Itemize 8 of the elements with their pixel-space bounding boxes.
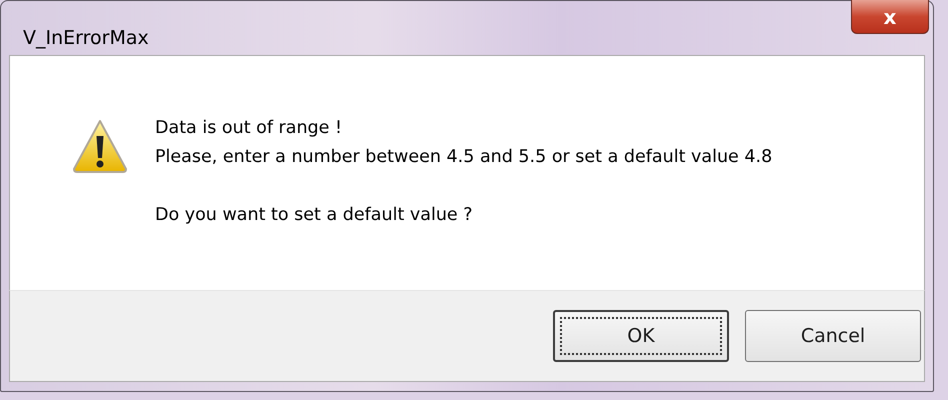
- dialog-button[interactable]: OK: [553, 310, 729, 362]
- question-text: Do you want to set a default value ?: [155, 204, 474, 227]
- message-text: Please, enter a number between 4.5 and 5.5 or set a default value 4.8: [155, 146, 772, 169]
- message-text: Data is out of range !: [155, 117, 344, 140]
- warning-icon: [72, 118, 128, 174]
- dialog-button[interactable]: Cancel: [745, 310, 921, 362]
- window-title: V_InErrorMax: [23, 27, 149, 49]
- close-button[interactable]: x: [851, 0, 929, 34]
